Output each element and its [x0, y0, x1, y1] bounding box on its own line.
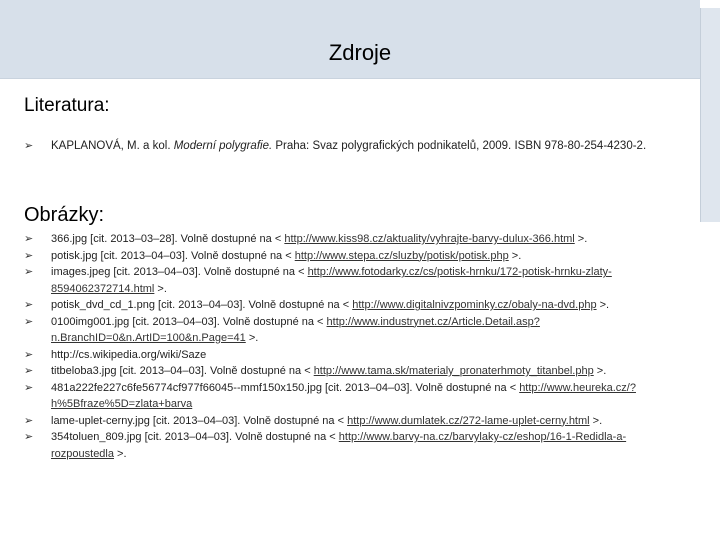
- source-link[interactable]: http://www.dumlatek.cz/272-lame-uplet-ce…: [347, 415, 590, 427]
- source-text: http://cs.wikipedia.org/wiki/Saze: [51, 348, 207, 361]
- list-item: ➢ http://cs.wikipedia.org/wiki/Saze: [24, 347, 684, 364]
- arrow-bullet-icon: ➢: [24, 381, 34, 394]
- source-text: 354toluen_809.jpg [cit. 2013–04–03]. Vol…: [51, 431, 339, 443]
- source-text: lame-uplet-cerny.jpg [cit. 2013–04–03]. …: [51, 414, 348, 427]
- arrow-bullet-icon: ➢: [24, 249, 34, 262]
- arrow-bullet-icon: ➢: [24, 233, 34, 245]
- list-item: ➢ potisk.jpg [cit. 2013–04–03]. Volně dos…: [24, 248, 684, 265]
- source-link[interactable]: http://www.kiss98.cz/aktuality/vyhrajte-…: [284, 233, 574, 245]
- list-item: ➢ 366.jpg [cit. 2013–03–28]. Volně dostup…: [24, 231, 684, 248]
- source-link[interactable]: http://www.digitalnivzpominky.cz/obaly-n…: [352, 299, 596, 311]
- source-text: potisk.jpg [cit. 2013–04–03]. Volně dost…: [51, 249, 295, 262]
- obrazky-heading: Obrázky:: [24, 204, 105, 226]
- literatura-list: ➢ KAPLANOVÁ, M. a kol. Moderní polygrafi…: [24, 138, 684, 155]
- literatura-heading: Literatura:: [24, 95, 110, 116]
- citation-publisher: Praha: Svaz polygrafických podnikatelů, …: [272, 140, 647, 152]
- list-item: ➢ lame-uplet-cerny.jpg [cit. 2013–04–03].…: [24, 413, 684, 430]
- arrow-bullet-icon: ➢: [24, 431, 34, 443]
- obrazky-list: ➢ 366.jpg [cit. 2013–03–28]. Volně dostup…: [24, 231, 684, 462]
- source-text: 366.jpg [cit. 2013–03–28]. Volně dostupn…: [51, 233, 285, 245]
- source-suffix: >.: [114, 447, 127, 460]
- arrow-bullet-icon: ➢: [24, 315, 34, 328]
- list-item: ➢ 0100img001.jpg [cit. 2013–04–03]. Volně…: [24, 314, 684, 347]
- citation-title: Moderní polygrafie.: [173, 140, 273, 152]
- source-text: 481a222fe227c6fe56774cf977f66045--mmf150…: [51, 381, 520, 394]
- source-suffix: >.: [245, 332, 259, 344]
- source-text: titbeloba3.jpg [cit. 2013–04–03]. Volně …: [51, 365, 314, 377]
- source-text: 0100img001.jpg [cit. 2013–04–03]. Volně …: [51, 315, 327, 328]
- source-text: potisk_dvd_cd_1.png [cit. 2013–04–03]. V…: [51, 299, 353, 311]
- list-item: ➢ KAPLANOVÁ, M. a kol. Moderní polygrafi…: [24, 138, 684, 155]
- list-item: ➢ titbeloba3.jpg [cit. 2013–04–03]. Volně…: [24, 363, 684, 380]
- source-suffix: >.: [574, 233, 588, 245]
- arrow-bullet-icon: ➢: [24, 414, 34, 427]
- arrow-bullet-icon: ➢: [24, 266, 34, 278]
- arrow-bullet-icon: ➢: [24, 140, 34, 152]
- source-suffix: >.: [508, 249, 522, 262]
- arrow-bullet-icon: ➢: [24, 365, 34, 377]
- source-link[interactable]: http://www.stepa.cz/sluzby/potisk/potisk…: [295, 250, 509, 262]
- source-link[interactable]: http://www.tama.sk/materialy_pronaterhmo…: [314, 365, 594, 377]
- arrow-bullet-icon: ➢: [24, 299, 34, 311]
- list-item: ➢ potisk_dvd_cd_1.png [cit. 2013–04–03]. …: [24, 297, 684, 314]
- list-item: ➢ 481a222fe227c6fe56774cf977f66045--mmf15…: [24, 380, 684, 413]
- source-suffix: >.: [596, 299, 610, 311]
- source-suffix: >.: [593, 365, 607, 377]
- list-item: ➢ images.jpeg [cit. 2013–04–03]. Volně do…: [24, 264, 684, 297]
- source-suffix: >.: [154, 282, 167, 295]
- list-item: ➢ 354toluen_809.jpg [cit. 2013–04–03]. Vo…: [24, 429, 684, 462]
- page-title: Zdroje: [328, 40, 392, 65]
- source-text: images.jpeg [cit. 2013–04–03]. Volně dos…: [51, 266, 308, 278]
- arrow-bullet-icon: ➢: [24, 348, 34, 361]
- citation-author: KAPLANOVÁ, M. a kol.: [51, 140, 174, 152]
- source-suffix: >.: [589, 414, 603, 427]
